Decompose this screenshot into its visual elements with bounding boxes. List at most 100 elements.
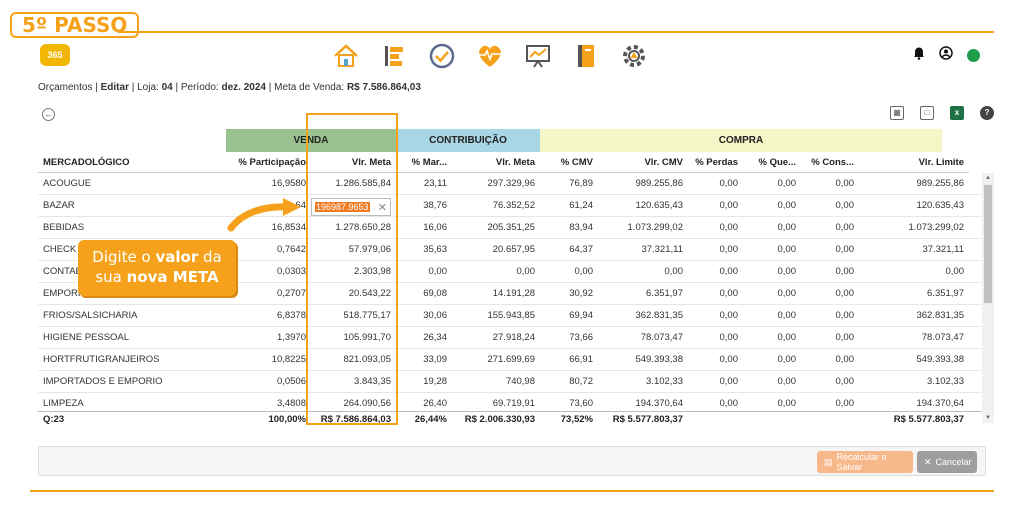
recalculate-save-button[interactable]: ▤ Recalcular e Salvar [817, 451, 913, 473]
table-cell: BEBIDAS [43, 222, 85, 233]
list-icon[interactable] [378, 40, 410, 72]
table-cell[interactable]: 518.775,17 [311, 305, 396, 326]
col-header[interactable]: % Cons... [801, 152, 859, 172]
table-cell[interactable]: 105.991,70 [311, 327, 396, 348]
table-cell: 0,00 [835, 398, 855, 409]
table-cell: 14.191,28 [492, 288, 535, 299]
notebook-icon[interactable] [570, 40, 602, 72]
col-header[interactable]: MERCADOLÓGICO [38, 152, 226, 172]
table-row[interactable]: FRIOS/SALSICHARIA 6,8378 518.775,17 30,06 15… [38, 305, 994, 327]
col-header[interactable]: Vlr. CMV [598, 152, 688, 172]
table-cell: 0,00 [945, 266, 965, 277]
clear-icon[interactable]: ✕ [378, 201, 387, 214]
breadcrumb-periodo-label: | Período: [172, 82, 222, 93]
help-icon[interactable]: ? [980, 106, 994, 120]
footer-cell: Q:23 [43, 414, 65, 425]
table-cell: 989.255,86 [635, 178, 683, 189]
table-cell: 740,98 [505, 376, 535, 387]
breadcrumb-loja-label: | Loja: [128, 82, 162, 93]
table-row[interactable]: HIGIENE PESSOAL 1,3970 105.991,70 26,34 27.9… [38, 327, 994, 349]
calendar-icon[interactable]: ▦ [890, 106, 904, 120]
table-row[interactable]: HORTFRUTIGRANJEIROS 10,8225 821.093,05 33,0… [38, 349, 994, 371]
vertical-scrollbar[interactable]: ▲ ▼ [982, 173, 994, 423]
table-cell: 73,60 [569, 398, 593, 409]
group-contribuicao: CONTRIBUIÇÃO [396, 129, 540, 152]
cancel-button[interactable]: ✕ Cancelar [917, 451, 977, 473]
table-cell: 0,00 [777, 222, 797, 233]
group-compra: COMPRA [540, 129, 942, 152]
breadcrumb-mode: Editar [100, 82, 129, 93]
table-cell[interactable]: 1.286.585,84 [311, 173, 396, 194]
table-cell: IMPORTADOS E EMPORIO [43, 376, 163, 387]
footer-cell: R$ 2.006.330,93 [464, 414, 535, 425]
table-cell: 0,00 [574, 266, 594, 277]
table-cell: 69,08 [423, 288, 447, 299]
col-header[interactable]: % Mar... [396, 152, 452, 172]
table-cell: 194.370,64 [635, 398, 683, 409]
table-cell: 0,00 [835, 222, 855, 233]
footer-cell: R$ 5.577.803,37 [612, 414, 683, 425]
table-cell: 0,00 [835, 310, 855, 321]
scroll-up-icon[interactable]: ▲ [982, 173, 994, 183]
col-header[interactable]: % Perdas [688, 152, 743, 172]
table-cell: 16,06 [423, 222, 447, 233]
step-label: 5º PASSO [10, 12, 140, 38]
table-cell: 194.370,64 [916, 398, 964, 409]
table-cell: 6.351,97 [927, 288, 964, 299]
table-cell: 33,09 [423, 354, 447, 365]
check-icon[interactable] [426, 40, 458, 72]
table-cell[interactable]: 264.090,56 [311, 393, 396, 411]
table-row[interactable]: BEBIDAS 16,8534 1.278.650,28 16,06 205.351,2… [38, 217, 994, 239]
table-cell[interactable]: 20.543,22 [311, 283, 396, 304]
table-cell: 297.329,96 [487, 178, 535, 189]
meta-edit-value[interactable]: 196987.9653 [315, 202, 370, 212]
table-cell: 0,00 [777, 376, 797, 387]
table-cell[interactable]: 57.979,06 [311, 239, 396, 260]
back-arrow-icon[interactable]: ← [42, 108, 55, 121]
table-cell: 362.831,35 [916, 310, 964, 321]
table-cell: 6,8378 [276, 310, 306, 321]
settings-gear-icon[interactable] [618, 40, 650, 72]
window-icon[interactable]: □ [920, 106, 934, 120]
table-cell: HORTFRUTIGRANJEIROS [43, 354, 160, 365]
col-header[interactable]: % Participação [226, 152, 311, 172]
grid-toolbar: ← ▦ □ x ? [38, 106, 994, 124]
health-heart-icon[interactable] [474, 40, 506, 72]
excel-export-icon[interactable]: x [950, 106, 964, 120]
table-cell[interactable]: 2.303,98 [311, 261, 396, 282]
table-cell: 0,00 [719, 200, 739, 211]
table-row[interactable]: LIMPEZA 3,4808 264.090,56 26,40 69.719,91 73,… [38, 393, 994, 411]
table-cell: 35,63 [423, 244, 447, 255]
table-cell: FRIOS/SALSICHARIA [43, 310, 138, 321]
table-cell: 0,00 [835, 288, 855, 299]
chart-board-icon[interactable] [522, 40, 554, 72]
table-cell[interactable]: 1.278.650,28 [311, 217, 396, 238]
scroll-down-icon[interactable]: ▼ [982, 413, 994, 423]
col-header[interactable]: % CMV [540, 152, 598, 172]
scroll-thumb[interactable] [984, 185, 992, 303]
meta-edit-input[interactable]: 196987.9653 ✕ [311, 198, 391, 216]
home-icon[interactable] [330, 40, 362, 72]
table-cell: 73,66 [569, 332, 593, 343]
bell-icon[interactable] [913, 46, 925, 65]
table-cell[interactable]: 3.843,35 [311, 371, 396, 392]
table-row[interactable]: ACOUGUE 16,9580 1.286.585,84 23,11 297.329,9… [38, 173, 994, 195]
table-cell: 0,00 [719, 376, 739, 387]
table-row[interactable]: IMPORTADOS E EMPORIO 0,0506 3.843,35 19,28 7… [38, 371, 994, 393]
callout-line-1: Digite o valor da [78, 247, 236, 267]
footer-cell: 73,52% [560, 414, 593, 425]
table-cell: 69.719,91 [492, 398, 535, 409]
table-cell: 205.351,25 [487, 222, 535, 233]
col-header[interactable]: % Que... [743, 152, 801, 172]
col-header[interactable]: Vlr. Limite [859, 152, 969, 172]
table-row[interactable]: BAZAR 64 38,76 76.352,52 61,24 120.635,43 0,00… [38, 195, 994, 217]
group-venda: VENDA [226, 129, 396, 152]
table-cell[interactable]: 821.093,05 [311, 349, 396, 370]
table-cell: 0,00 [719, 222, 739, 233]
app-logo[interactable]: 365 [40, 44, 70, 66]
col-header[interactable]: Vlr. Meta [311, 152, 396, 172]
save-icon: ▤ [824, 456, 833, 467]
col-header[interactable]: Vlr. Meta [452, 152, 540, 172]
user-account-icon[interactable] [939, 46, 953, 65]
table-cell: 1,3970 [276, 332, 306, 343]
